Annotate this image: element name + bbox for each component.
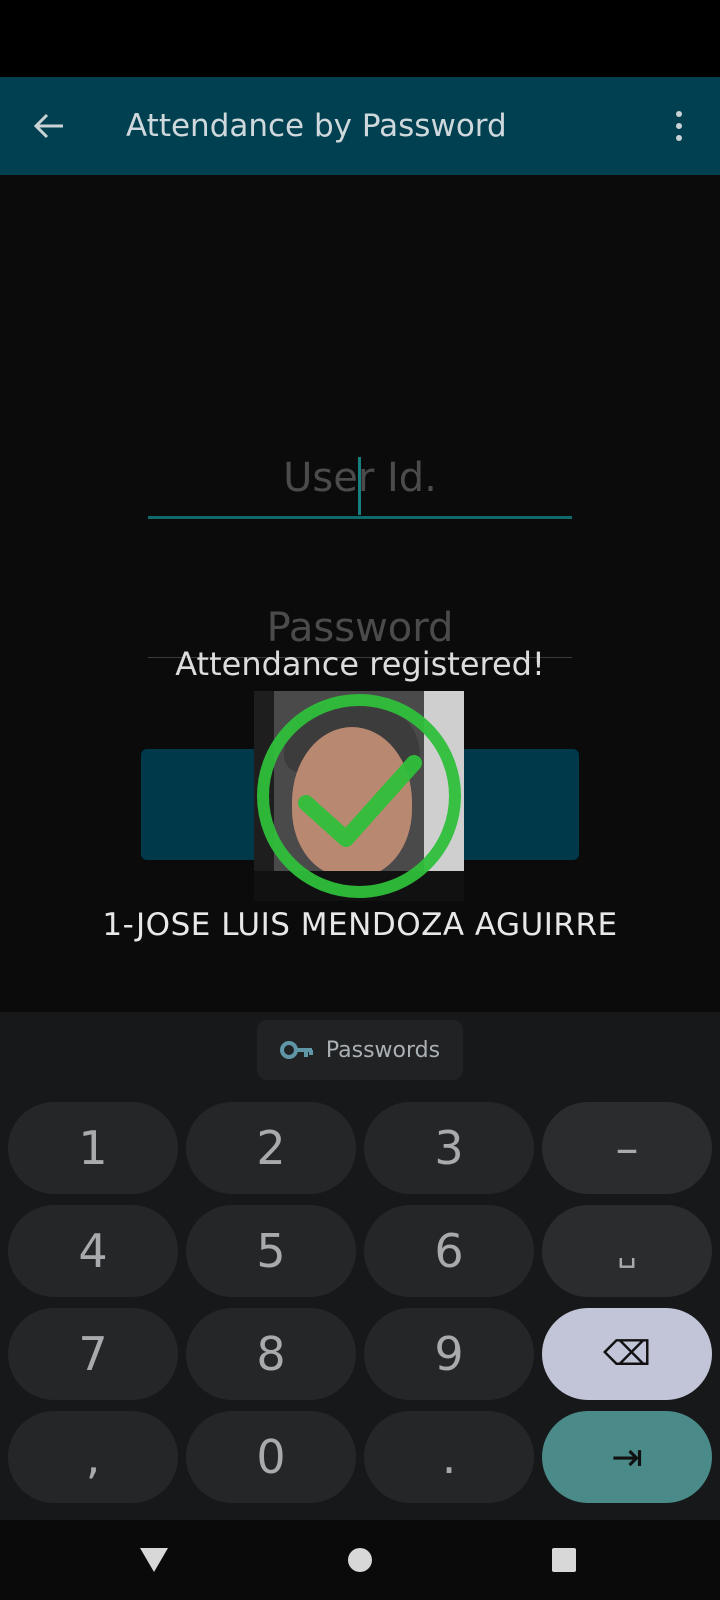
check-circle-icon bbox=[257, 694, 461, 898]
key-4[interactable]: 4 bbox=[8, 1205, 178, 1297]
system-nav-bar bbox=[0, 1520, 720, 1600]
key-comma[interactable]: , bbox=[8, 1411, 178, 1503]
square-recents-icon bbox=[552, 1548, 576, 1572]
key-5[interactable]: 5 bbox=[186, 1205, 356, 1297]
passwords-chip-label: Passwords bbox=[325, 1037, 441, 1063]
numeric-keyboard: Passwords 1 2 3 – 4 5 6 ␣ 7 8 9 ⌫ , 0 . … bbox=[0, 1012, 720, 1520]
key-icon bbox=[279, 1041, 313, 1059]
text-cursor bbox=[358, 457, 361, 515]
key-backspace[interactable]: ⌫ bbox=[542, 1308, 712, 1400]
more-vert-dot bbox=[676, 135, 682, 141]
person-name: 1-JOSE LUIS MENDOZA AGUIRRE bbox=[102, 907, 618, 943]
key-9[interactable]: 9 bbox=[364, 1308, 534, 1400]
triangle-back-icon bbox=[140, 1548, 168, 1572]
key-6[interactable]: 6 bbox=[364, 1205, 534, 1297]
nav-home-button[interactable] bbox=[328, 1528, 392, 1592]
key-period[interactable]: . bbox=[364, 1411, 534, 1503]
app-bar: Attendance by Password bbox=[0, 77, 720, 175]
key-dash[interactable]: – bbox=[542, 1102, 712, 1194]
user-id-underline bbox=[148, 516, 572, 519]
circle-home-icon bbox=[348, 1548, 372, 1572]
arrow-back-icon bbox=[33, 113, 63, 139]
back-button[interactable] bbox=[22, 99, 76, 153]
passwords-chip[interactable]: Passwords bbox=[257, 1020, 463, 1080]
page-title: Attendance by Password bbox=[126, 108, 507, 144]
key-7[interactable]: 7 bbox=[8, 1308, 178, 1400]
confirmation-message: Attendance registered! bbox=[175, 645, 545, 683]
more-options-button[interactable] bbox=[652, 99, 706, 153]
user-id-field[interactable]: User Id. bbox=[148, 455, 572, 519]
more-vert-dot bbox=[676, 123, 682, 129]
key-space[interactable]: ␣ bbox=[542, 1205, 712, 1297]
person-photo bbox=[254, 691, 464, 901]
status-bar bbox=[0, 0, 720, 77]
key-next[interactable]: ⇥ bbox=[542, 1411, 712, 1503]
key-3[interactable]: 3 bbox=[364, 1102, 534, 1194]
nav-back-button[interactable] bbox=[122, 1528, 186, 1592]
key-1[interactable]: 1 bbox=[8, 1102, 178, 1194]
key-2[interactable]: 2 bbox=[186, 1102, 356, 1194]
more-vert-icon bbox=[676, 111, 682, 117]
key-8[interactable]: 8 bbox=[186, 1308, 356, 1400]
key-0[interactable]: 0 bbox=[186, 1411, 356, 1503]
nav-recents-button[interactable] bbox=[532, 1528, 596, 1592]
